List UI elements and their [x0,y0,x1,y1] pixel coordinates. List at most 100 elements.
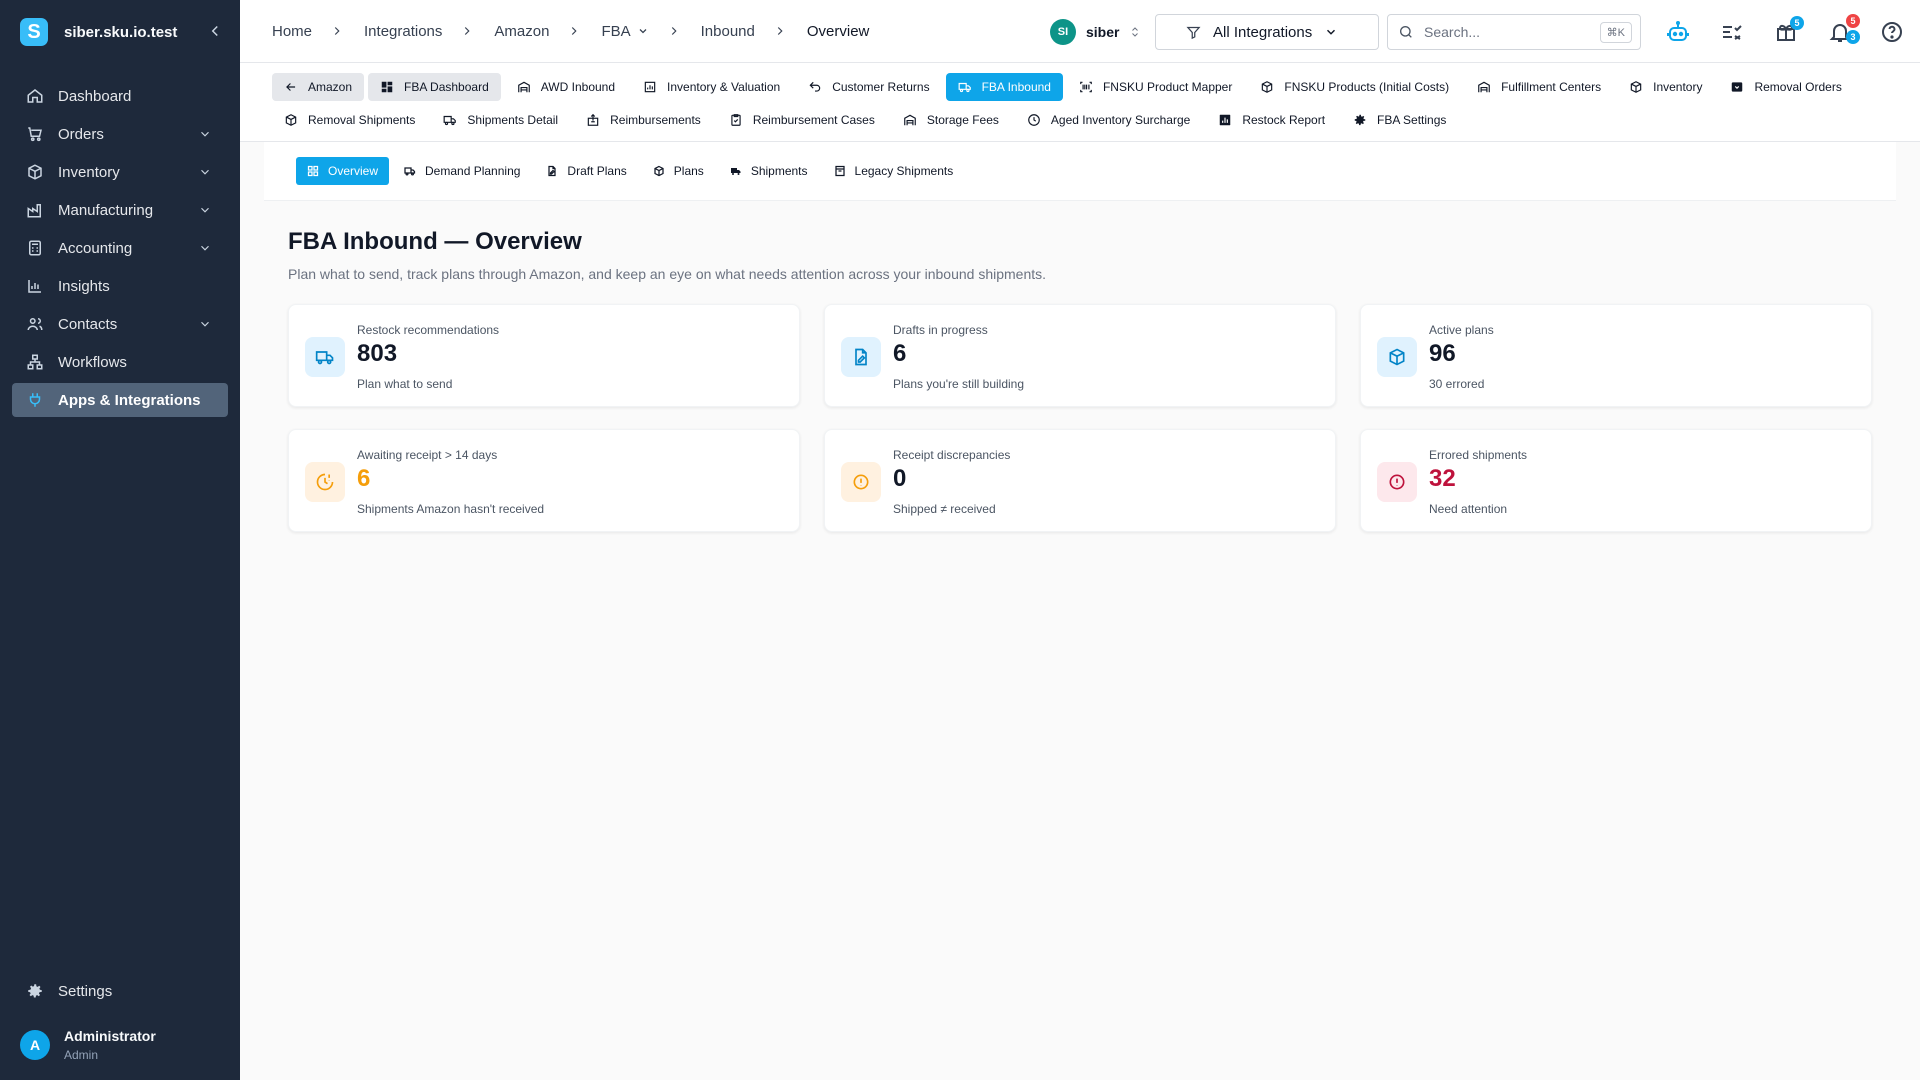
tab-legacy-shipments[interactable]: Legacy Shipments [823,157,965,185]
breadcrumb-current: Overview [806,22,870,40]
stat-card-awaiting-receipt[interactable]: Awaiting receipt > 14 days 6 Shipments A… [288,429,800,532]
nav-shipments-detail[interactable]: Shipments Detail [431,106,570,134]
sidebar-item-apps-integrations[interactable]: Apps & Integrations [12,383,228,417]
stat-cards: Restock recommendations 803 Plan what to… [288,304,1896,532]
stat-card-discrepancies[interactable]: Receipt discrepancies 0 Shipped ≠ receiv… [824,429,1336,532]
nav-inventory-valuation[interactable]: Inventory & Valuation [631,73,792,101]
breadcrumb-fba-dropdown[interactable]: FBA [601,23,648,40]
sidebar-item-orders[interactable]: Orders [12,117,228,151]
nav-removal-orders[interactable]: Removal Orders [1718,73,1853,101]
nav-storage-fees[interactable]: Storage Fees [891,106,1011,134]
robot-assistant-icon[interactable] [1666,20,1690,44]
nav-label: Aged Inventory Surcharge [1050,113,1191,127]
truck-icon [305,337,345,377]
nav-fba-inbound[interactable]: FBA Inbound [945,73,1063,101]
sidebar-item-contacts[interactable]: Contacts [12,307,228,341]
nav-reimbursements[interactable]: Reimbursements [574,106,713,134]
help-icon[interactable] [1880,20,1904,44]
sidebar-item-label: Contacts [58,315,118,333]
stat-caption: Plans you're still building [893,377,1025,391]
sidebar-item-label: Workflows [58,353,127,371]
nav-removal-shipments[interactable]: Removal Shipments [272,106,427,134]
calculator-icon [26,239,44,257]
stat-value: 96 [1429,340,1456,367]
nav-label: Amazon [308,80,353,94]
nav-aged-inventory-surcharge[interactable]: Aged Inventory Surcharge [1015,106,1202,134]
brand[interactable]: S siber.sku.io.test [20,18,177,46]
nav-label: FNSKU Products (Initial Costs) [1284,80,1450,94]
stat-caption: Need attention [1429,502,1508,516]
nav-inventory[interactable]: Inventory [1617,73,1714,101]
breadcrumb-integrations[interactable]: Integrations [364,23,442,40]
integration-filter-button[interactable]: All Integrations [1155,14,1379,50]
clock-icon [1027,113,1041,127]
tab-label: Legacy Shipments [854,164,954,178]
breadcrumb-inbound[interactable]: Inbound [701,23,755,40]
sidebar-item-accounting[interactable]: Accounting [12,231,228,265]
nav-fnsku-product-mapper[interactable]: FNSKU Product Mapper [1067,73,1244,101]
breadcrumb-fba: FBA [601,22,631,40]
account-switcher[interactable]: SI siber [1050,19,1141,45]
nav-fulfillment-centers[interactable]: Fulfillment Centers [1465,73,1613,101]
breadcrumb-home[interactable]: Home [272,23,312,40]
sidebar-item-insights[interactable]: Insights [12,269,228,303]
nav-fba-settings[interactable]: FBA Settings [1341,106,1458,134]
tab-label: Shipments [750,164,808,178]
search-input[interactable]: Search... ⌘K [1387,14,1641,50]
tab-plans[interactable]: Plans [642,157,715,185]
filter-icon [1186,25,1201,40]
nav-awd-inbound[interactable]: AWD Inbound [505,73,627,101]
chevron-right-icon [773,24,787,38]
truck-icon [730,165,742,177]
page-title: FBA Inbound — Overview [288,228,582,255]
nav-reimbursement-cases[interactable]: Reimbursement Cases [717,106,887,134]
nav-fba-dashboard[interactable]: FBA Dashboard [368,73,501,101]
plug-icon [26,391,44,409]
tab-overview[interactable]: Overview [296,157,390,185]
user-menu[interactable]: A Administrator Admin [20,1028,156,1062]
gear-icon [1353,113,1367,127]
search-placeholder: Search... [1424,24,1481,40]
tab-label: Overview [328,164,379,178]
clipboard-check-icon [729,113,743,127]
tab-demand-planning[interactable]: Demand Planning [393,157,531,185]
nav-back-amazon[interactable]: Amazon [272,73,365,101]
chevron-down-icon [198,241,212,255]
stat-card-drafts[interactable]: Drafts in progress 6 Plans you're still … [824,304,1336,407]
nav-restock-report[interactable]: Restock Report [1206,106,1337,134]
chart-icon [26,277,44,295]
sidebar-item-manufacturing[interactable]: Manufacturing [12,193,228,227]
nav-label: FBA Settings [1377,113,1447,127]
home-icon [26,87,44,105]
nav-customer-returns[interactable]: Customer Returns [796,73,941,101]
nav-label: FNSKU Product Mapper [1102,80,1233,94]
package-icon [1629,80,1643,94]
sidebar-item-label: Orders [58,125,104,143]
stat-card-active-plans[interactable]: Active plans 96 30 errored [1360,304,1872,407]
tab-shipments[interactable]: Shipments [719,157,819,185]
gift-icon[interactable]: 5 [1774,16,1804,44]
truck-icon [404,165,416,177]
nav-label: Restock Report [1242,113,1326,127]
sidebar-item-inventory[interactable]: Inventory [12,155,228,189]
stat-card-errored-shipments[interactable]: Errored shipments 32 Need attention [1360,429,1872,532]
collapse-sidebar-icon[interactable] [206,22,224,40]
chevron-down-icon [1324,25,1338,39]
breadcrumb-amazon[interactable]: Amazon [494,23,549,40]
package-icon [1377,337,1417,377]
tasks-check-icon[interactable] [1720,20,1744,44]
bell-icon[interactable]: 5 3 [1828,14,1860,44]
sidebar-item-workflows[interactable]: Workflows [12,345,228,379]
chevron-right-icon [567,24,581,38]
sidebar-item-label: Inventory [58,163,120,181]
tab-draft-plans[interactable]: Draft Plans [535,157,637,185]
account-avatar: SI [1050,19,1076,45]
sidebar-item-settings[interactable]: Settings [12,974,228,1008]
stat-card-restock[interactable]: Restock recommendations 803 Plan what to… [288,304,800,407]
nav-label: Reimbursements [610,113,701,127]
truck-icon [443,113,457,127]
user-name: Administrator [64,1028,156,1044]
nav-fnsku-products[interactable]: FNSKU Products (Initial Costs) [1248,73,1461,101]
stat-caption: Plan what to send [357,377,453,391]
sidebar-item-dashboard[interactable]: Dashboard [12,79,228,113]
